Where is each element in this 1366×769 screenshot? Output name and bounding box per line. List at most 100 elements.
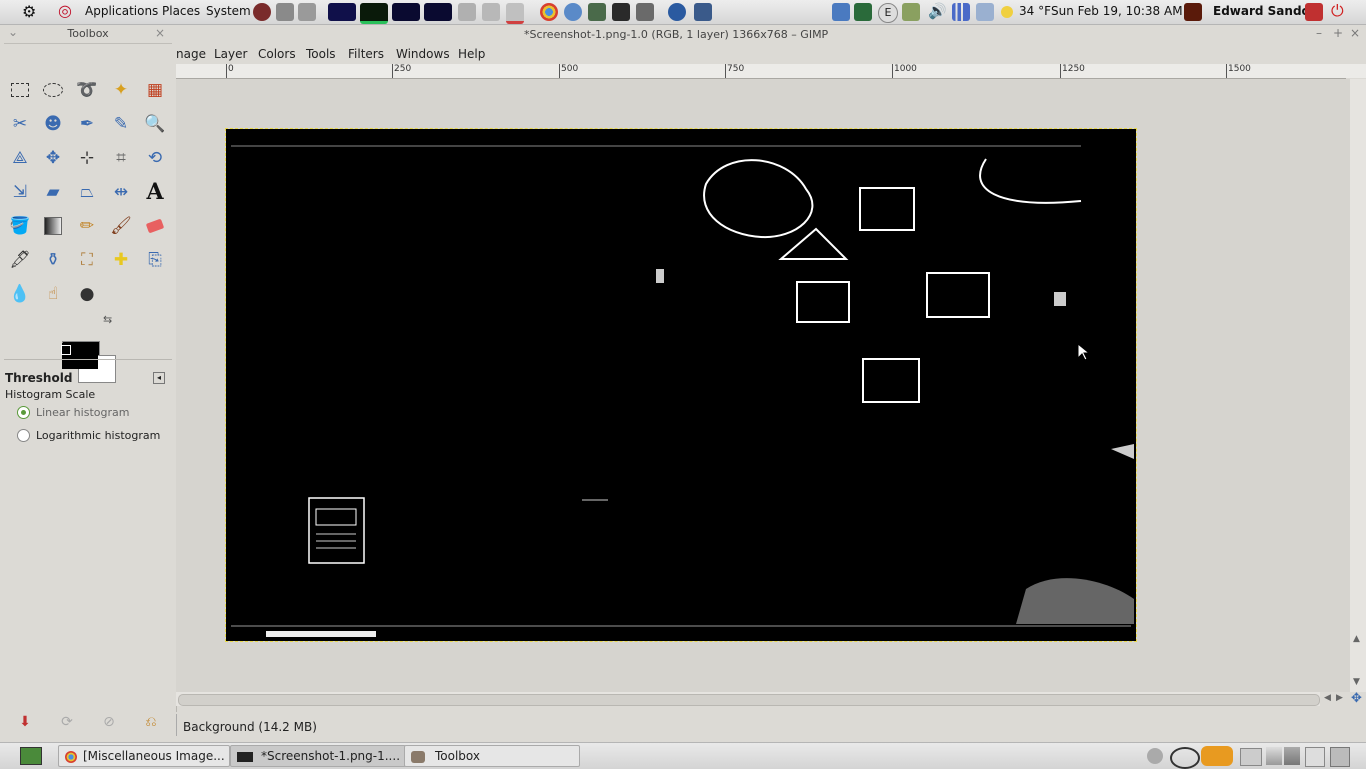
- scroll-left-icon[interactable]: ◀: [1324, 693, 1331, 703]
- launcher-icon[interactable]: [588, 3, 606, 21]
- trash-icon[interactable]: [1330, 747, 1350, 767]
- launcher-icon[interactable]: [458, 3, 476, 21]
- menu-layer[interactable]: Layer: [214, 47, 247, 61]
- crop-tool-icon[interactable]: ⌗: [108, 145, 134, 171]
- gear-icon[interactable]: ⚙: [22, 2, 36, 21]
- measure-tool-icon[interactable]: ⟁: [7, 145, 33, 171]
- blend-tool-icon[interactable]: [40, 213, 66, 239]
- scroll-down-icon[interactable]: ▼: [1353, 677, 1360, 687]
- move-tool-icon[interactable]: ✥: [40, 145, 66, 171]
- maximize-icon[interactable]: +: [1333, 26, 1343, 40]
- heal-tool-icon[interactable]: ✚: [108, 247, 134, 273]
- shear-tool-icon[interactable]: ▰: [40, 179, 66, 205]
- fuzzy-select-tool-icon[interactable]: ✦: [108, 77, 134, 103]
- volume-icon[interactable]: 🔊: [928, 2, 947, 20]
- clock[interactable]: Sun Feb 19, 10:38 AM: [1051, 4, 1183, 18]
- close-icon[interactable]: ×: [1350, 26, 1360, 40]
- navigate-icon[interactable]: [1346, 64, 1366, 78]
- delete-options-icon[interactable]: ⊘: [96, 709, 122, 735]
- text-tool-icon[interactable]: A: [142, 179, 168, 205]
- perspective-clone-tool-icon[interactable]: ⎘: [142, 247, 168, 273]
- workspace-icon[interactable]: [1284, 747, 1300, 765]
- horizontal-scroll-thumb[interactable]: [178, 694, 1320, 706]
- menu-windows[interactable]: Windows: [396, 47, 450, 61]
- color-picker-tool-icon[interactable]: ✎: [108, 111, 134, 137]
- places-menu[interactable]: Places: [162, 4, 200, 18]
- bucket-fill-tool-icon[interactable]: 🪣: [7, 213, 33, 239]
- dodge-burn-tool-icon[interactable]: ●: [74, 281, 100, 307]
- minimize-icon[interactable]: –: [1316, 26, 1322, 40]
- show-desktop-icon[interactable]: [20, 747, 42, 765]
- task-toolbox[interactable]: Toolbox: [404, 745, 580, 767]
- weather-temp[interactable]: 34 °F: [1019, 4, 1051, 18]
- flip-tool-icon[interactable]: ⇹: [108, 179, 134, 205]
- foreground-select-tool-icon[interactable]: ☻: [40, 111, 66, 137]
- launcher-icon[interactable]: [506, 3, 524, 24]
- pencil-tool-icon[interactable]: ✏: [74, 213, 100, 239]
- terminal-icon[interactable]: [612, 3, 630, 21]
- power-icon[interactable]: ⏻: [1331, 1, 1344, 21]
- launcher-icon[interactable]: [694, 3, 712, 21]
- tool-options-menu-icon[interactable]: ◂: [153, 372, 165, 384]
- horizontal-ruler[interactable]: 0 250 500 750 1000 1250 1500: [176, 64, 1346, 79]
- linear-histogram-label[interactable]: Linear histogram: [36, 406, 129, 419]
- restore-options-icon[interactable]: ⟳: [54, 709, 80, 735]
- zoom-tool-icon[interactable]: 🔍: [142, 111, 168, 137]
- menu-image[interactable]: nage: [176, 47, 206, 61]
- rotate-tool-icon[interactable]: ⟲: [142, 145, 168, 171]
- menu-filters[interactable]: Filters: [348, 47, 384, 61]
- lasso-tool-icon[interactable]: ➰: [74, 77, 100, 103]
- tray-icon[interactable]: [832, 3, 850, 21]
- eraser-tool-icon[interactable]: [142, 213, 168, 239]
- paintbrush-tool-icon[interactable]: 🖌: [108, 213, 134, 239]
- ink-tool-icon[interactable]: ⚱: [40, 247, 66, 273]
- scale-tool-icon[interactable]: ⇲: [7, 179, 33, 205]
- blur-tool-icon[interactable]: 💧: [7, 281, 33, 307]
- select-by-color-tool-icon[interactable]: ▦: [142, 77, 168, 103]
- signal-icon[interactable]: [952, 3, 970, 21]
- smudge-tool-icon[interactable]: ☝: [40, 281, 66, 307]
- menu-colors[interactable]: Colors: [258, 47, 296, 61]
- clone-tool-icon[interactable]: ⛶: [74, 247, 100, 273]
- logarithmic-histogram-radio[interactable]: [17, 429, 30, 442]
- scissors-tool-icon[interactable]: ✂: [7, 111, 33, 137]
- default-colors-icon[interactable]: [61, 345, 71, 355]
- close-icon[interactable]: ×: [155, 26, 165, 40]
- image-canvas[interactable]: [225, 128, 1137, 642]
- launcher-icon[interactable]: [482, 3, 500, 21]
- user-name[interactable]: Edward Sandor: [1213, 4, 1316, 18]
- tray-icon[interactable]: [902, 3, 920, 21]
- system-menu[interactable]: System: [206, 4, 251, 18]
- thunderbird-icon[interactable]: [668, 3, 686, 21]
- launcher-icon[interactable]: [298, 3, 316, 21]
- paths-tool-icon[interactable]: ✒: [74, 111, 100, 137]
- scroll-right-icon[interactable]: ▶: [1336, 693, 1343, 703]
- launcher-icon[interactable]: [276, 3, 294, 21]
- chrome-icon[interactable]: [540, 3, 558, 21]
- airbrush-tool-icon[interactable]: 🖋: [7, 247, 33, 273]
- workspace-icon[interactable]: [1266, 747, 1282, 765]
- tray-icon[interactable]: [1147, 748, 1163, 764]
- launcher-icon[interactable]: [564, 3, 582, 21]
- tray-icon[interactable]: [1170, 747, 1200, 769]
- applications-menu[interactable]: Applications: [85, 4, 158, 18]
- menu-help[interactable]: Help: [458, 47, 485, 61]
- tray-icon[interactable]: [854, 3, 872, 21]
- save-options-icon[interactable]: ⬇: [12, 709, 38, 735]
- ellipse-select-tool-icon[interactable]: [40, 77, 66, 103]
- logarithmic-histogram-label[interactable]: Logarithmic histogram: [36, 429, 160, 442]
- vertical-scrollbar[interactable]: ▲ ▼: [1350, 79, 1366, 692]
- battery-icon[interactable]: [976, 3, 994, 21]
- align-tool-icon[interactable]: ⊹: [74, 145, 100, 171]
- launcher-icon[interactable]: [253, 3, 271, 21]
- scroll-up-icon[interactable]: ▲: [1353, 634, 1360, 644]
- menu-tools[interactable]: Tools: [306, 47, 336, 61]
- reset-options-icon[interactable]: ⎌: [138, 709, 164, 735]
- tray-icon[interactable]: [1305, 747, 1325, 767]
- task-screenshot[interactable]: *Screenshot-1.png-1....: [230, 745, 406, 767]
- tray-icon[interactable]: [1201, 746, 1233, 766]
- logout-icon[interactable]: [1305, 3, 1323, 21]
- linear-histogram-radio[interactable]: [17, 406, 30, 419]
- tray-icon[interactable]: E: [878, 3, 898, 23]
- rect-select-tool-icon[interactable]: [7, 77, 33, 103]
